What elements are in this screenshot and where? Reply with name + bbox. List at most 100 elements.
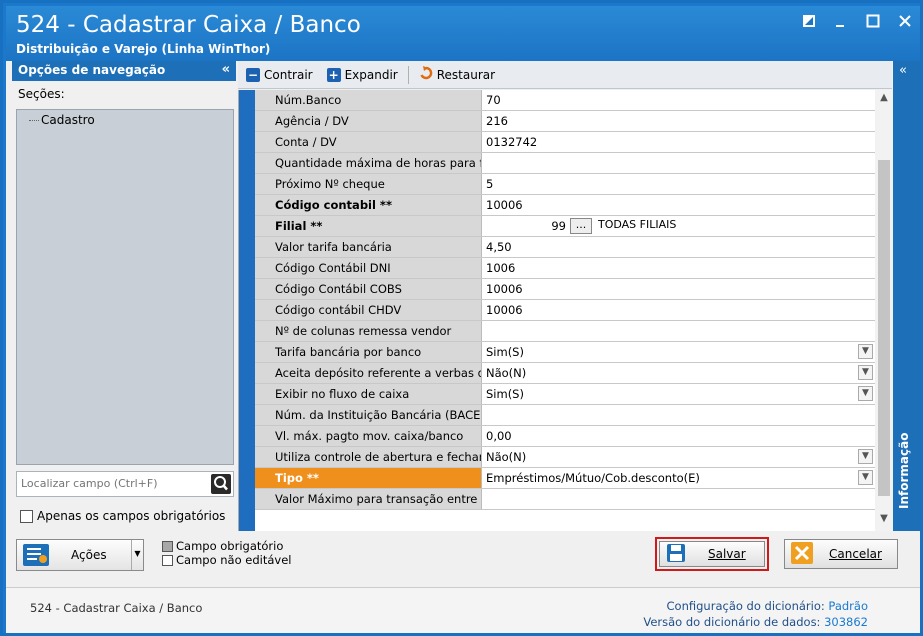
field-label: Código contabil **	[255, 195, 482, 215]
config-value[interactable]: Padrão	[828, 599, 868, 613]
grid-row[interactable]: Núm.Banco 70	[255, 90, 875, 111]
grid-row[interactable]: Tarifa bancária por banco Sim(S) ▼	[255, 342, 875, 363]
nav-header: Opções de navegação «	[12, 61, 236, 81]
grid-row[interactable]: Código contábil CHDV 10006	[255, 300, 875, 321]
field-label: Código Contábil DNI	[255, 258, 482, 278]
window-controls	[800, 14, 914, 32]
contrair-button[interactable]: − Contrair	[242, 66, 317, 84]
field-value[interactable]	[482, 405, 875, 425]
restaurar-button[interactable]: Restaurar	[415, 64, 499, 85]
grid-row-selected[interactable]: Tipo ** Empréstimos/Mútuo/Cob.desconto(E)…	[255, 468, 875, 489]
field-label: Nº de colunas remessa vendor	[255, 321, 482, 341]
legend-readonly-label: Campo não editável	[176, 553, 292, 567]
field-value[interactable]: 216	[482, 111, 875, 131]
expandir-button[interactable]: + Expandir	[323, 66, 402, 84]
field-label: Quantidade máxima de horas para fe	[255, 153, 482, 173]
client-area: Opções de navegação « Seções: Cadastro A…	[6, 61, 920, 633]
chevron-down-icon[interactable]: ▼	[858, 449, 873, 464]
field-value[interactable]: 70	[482, 90, 875, 110]
grid-row[interactable]: Exibir no fluxo de caixa Sim(S) ▼	[255, 384, 875, 405]
chevron-up-icon[interactable]: ▲	[875, 92, 892, 108]
field-select[interactable]: Sim(S) ▼	[482, 342, 875, 362]
grid-row[interactable]: Conta / DV 0132742	[255, 132, 875, 153]
field-value[interactable]	[482, 321, 875, 341]
chevron-down-icon[interactable]: ▼	[858, 470, 873, 485]
chevron-down-icon[interactable]: ▼	[858, 386, 873, 401]
scroll-thumb[interactable]	[878, 160, 890, 496]
field-label: Tarifa bancária por banco	[255, 342, 482, 362]
field-value[interactable]: 0,00	[482, 426, 875, 446]
field-label: Aceita depósito referente a verbas de	[255, 363, 482, 383]
grid-scrollbar[interactable]: ▲ ▼	[875, 90, 892, 531]
grid-row[interactable]: Agência / DV 216	[255, 111, 875, 132]
window-subtitle: Distribuição e Varejo (Linha WinThor)	[16, 42, 271, 56]
grid-row[interactable]: Aceita depósito referente a verbas de Não…	[255, 363, 875, 384]
grid-row[interactable]: Valor Máximo para transação entre ba	[255, 489, 875, 510]
field-value[interactable]	[482, 153, 875, 173]
field-value[interactable]: 10006	[482, 279, 875, 299]
chevron-down-icon[interactable]: ▼	[858, 344, 873, 359]
restore-icon[interactable]	[800, 14, 818, 32]
maximize-icon[interactable]	[864, 14, 882, 32]
field-value[interactable]: 5	[482, 174, 875, 194]
grid-row[interactable]: Código Contábil COBS 10006	[255, 279, 875, 300]
expand-info-icon[interactable]: «	[899, 63, 907, 78]
salvar-button-face[interactable]: Salvar	[659, 541, 765, 567]
config-label: Configuração do dicionário:	[666, 599, 825, 613]
only-required-toggle[interactable]: Apenas os campos obrigatórios	[20, 509, 225, 523]
field-label: Valor Máximo para transação entre ba	[255, 489, 482, 509]
grid-row[interactable]: Vl. máx. pagto mov. caixa/banco 0,00	[255, 426, 875, 447]
only-required-checkbox[interactable]	[20, 509, 33, 523]
field-select[interactable]: Empréstimos/Mútuo/Cob.desconto(E) ▼	[482, 468, 875, 488]
select-value: Empréstimos/Mútuo/Cob.desconto(E)	[486, 471, 700, 485]
chevron-down-icon[interactable]: ▼	[858, 365, 873, 380]
search-field	[16, 471, 234, 497]
caret-down-icon[interactable]: ▼	[131, 540, 143, 570]
field-select[interactable]: Sim(S) ▼	[482, 384, 875, 404]
field-value[interactable]: 10006	[482, 195, 875, 215]
salvar-button[interactable]: Salvar	[655, 537, 769, 571]
field-label: Vl. máx. pagto mov. caixa/banco	[255, 426, 482, 446]
grid-row[interactable]: Código contabil ** 10006	[255, 195, 875, 216]
filial-lookup-button[interactable]: ...	[570, 218, 592, 234]
field-select[interactable]: Não(N) ▼	[482, 447, 875, 467]
required-swatch	[162, 541, 173, 552]
collapse-nav-icon[interactable]: «	[222, 62, 230, 77]
title-bar: 524 - Cadastrar Caixa / Banco Distribuiç…	[6, 6, 920, 61]
grid-row[interactable]: Código Contábil DNI 1006	[255, 258, 875, 279]
expandir-label: Expandir	[344, 67, 398, 82]
field-select[interactable]: Não(N) ▼	[482, 363, 875, 383]
save-icon	[666, 543, 686, 566]
grid-toolbar: − Contrair + Expandir Restaurar	[238, 61, 892, 89]
grid-row[interactable]: Quantidade máxima de horas para fe	[255, 153, 875, 174]
cancel-icon	[791, 541, 813, 567]
field-value[interactable]: 10006	[482, 300, 875, 320]
minimize-icon[interactable]	[832, 14, 850, 32]
dictionary-version: Versão do dicionário de dados: 303862	[643, 614, 868, 630]
tree-line-icon	[29, 120, 39, 121]
acoes-button[interactable]: Ações ▼	[16, 539, 144, 571]
cancelar-button[interactable]: Cancelar	[784, 539, 898, 569]
grid-row[interactable]: Próximo Nº cheque 5	[255, 174, 875, 195]
search-icon[interactable]	[211, 474, 231, 494]
grid-row[interactable]: Nº de colunas remessa vendor	[255, 321, 875, 342]
field-value[interactable]: 0132742	[482, 132, 875, 152]
grid-row[interactable]: Utiliza controle de abertura e fechame Nã…	[255, 447, 875, 468]
chevron-down-icon[interactable]: ▼	[875, 513, 892, 529]
field-label: Próximo Nº cheque	[255, 174, 482, 194]
info-tab[interactable]: Informação	[897, 433, 911, 509]
field-value[interactable]: 4,50	[482, 237, 875, 257]
grid-row[interactable]: Valor tarifa bancária 4,50	[255, 237, 875, 258]
close-icon[interactable]	[896, 14, 914, 32]
grid-row-filial[interactable]: Filial ** 99 ... TODAS FILIAIS	[255, 216, 875, 237]
field-value[interactable]: 1006	[482, 258, 875, 278]
grid-row[interactable]: Núm. da Instituição Bancária (BACEN)	[255, 405, 875, 426]
app-window: 524 - Cadastrar Caixa / Banco Distribuiç…	[0, 0, 923, 636]
field-label: Núm.Banco	[255, 90, 482, 110]
filial-value[interactable]: 99 ... TODAS FILIAIS	[482, 216, 875, 236]
tree-item-cadastro[interactable]: Cadastro	[17, 110, 233, 127]
field-value[interactable]	[482, 489, 875, 509]
status-dictionary: Configuração do dicionário: Padrão Versã…	[643, 598, 868, 630]
search-input[interactable]	[17, 472, 197, 494]
filial-code[interactable]: 99	[522, 219, 566, 233]
